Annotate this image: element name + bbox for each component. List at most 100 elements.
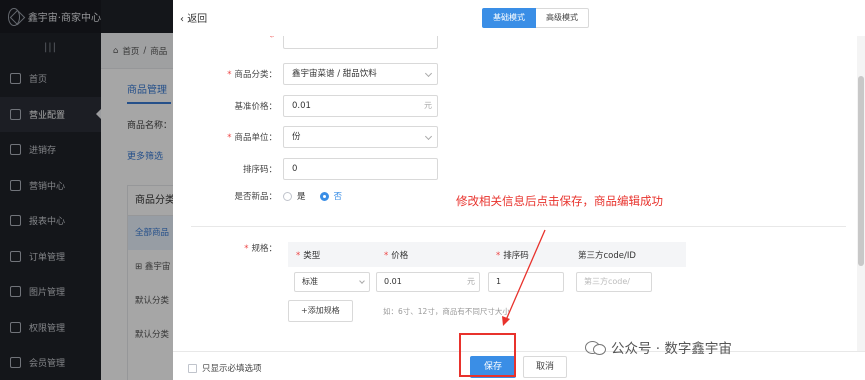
sidebar-item-label: 首页 <box>29 75 48 86</box>
sidebar-item-label: 订单管理 <box>29 252 66 263</box>
spec-col-sort: 排序码 <box>503 250 529 261</box>
home-icon: ⌂ <box>113 45 119 56</box>
category-select[interactable]: 鑫宇宙菜谱 / 甜品饮料 <box>283 63 438 85</box>
sidebar-item-label: 进销存 <box>29 146 57 157</box>
sidebar-item-business-config[interactable]: 营业配置 <box>0 96 101 132</box>
sidebar: 鑫宇宙·商家中心 ||| 首页 营业配置 进销存 营销中心 报表中心 订单管理 … <box>0 0 101 380</box>
sidebar-item-label: 图片管理 <box>29 288 66 299</box>
radio-no[interactable]: 否 <box>319 190 342 202</box>
currency-suffix: 元 <box>467 277 475 286</box>
inventory-icon <box>10 144 21 156</box>
permission-icon <box>10 321 21 333</box>
form-row-price: 基准价格： 0.01 元 <box>173 95 438 117</box>
sort-input[interactable]: 0 <box>283 158 438 180</box>
currency-suffix: 元 <box>424 101 432 110</box>
form-row-is-new: 是否新品： 是 否 <box>173 190 342 202</box>
breadcrumb-separator: / <box>143 45 147 56</box>
top-header <box>101 0 181 33</box>
sidebar-item-members[interactable]: 会员管理 <box>0 345 101 380</box>
image-icon <box>10 286 21 298</box>
sidebar-item-permissions[interactable]: 权限管理 <box>0 310 101 346</box>
required-only-checkbox[interactable]: 只显示必填选项 <box>188 362 262 374</box>
spec-type-select[interactable]: 标准 <box>294 272 370 292</box>
sidebar-collapse-toggle[interactable]: ||| <box>0 33 101 61</box>
spec-col-type: 类型 <box>303 250 321 261</box>
chevron-down-icon <box>424 69 433 78</box>
brand-name: 鑫宇宙·商家中心 <box>27 13 101 24</box>
category-label: 商品分类： <box>234 70 277 80</box>
chevron-down-icon <box>424 132 433 141</box>
sidebar-item-inventory[interactable]: 进销存 <box>0 132 101 168</box>
add-spec-button[interactable]: +添加规格 <box>288 300 353 322</box>
unit-label: 商品单位： <box>234 133 277 143</box>
base-price-input[interactable]: 0.01 元 <box>283 95 438 117</box>
annotation-text: 修改相关信息后点击保存，商品编辑成功 <box>456 194 663 208</box>
base-price-label: 基准价格： <box>234 102 277 112</box>
is-new-label: 是否新品： <box>234 192 277 202</box>
member-icon <box>10 357 21 369</box>
watermark: 公众号 · 数字鑫宇宙 <box>585 337 732 357</box>
sidebar-item-images[interactable]: 图片管理 <box>0 274 101 310</box>
sidebar-item-label: 营销中心 <box>29 181 66 192</box>
marketing-icon <box>10 179 21 191</box>
form-row-clipped: * <box>173 36 438 49</box>
sidebar-item-marketing[interactable]: 营销中心 <box>0 168 101 204</box>
mode-switch: 基础模式 高级模式 <box>482 8 589 28</box>
home-icon <box>10 73 21 85</box>
breadcrumb: ⌂ 首页 / 商品 <box>101 33 181 69</box>
clipped-input[interactable] <box>283 36 438 49</box>
save-highlight-box <box>459 333 516 377</box>
divider <box>191 226 846 227</box>
page-title: 商品管理 <box>127 85 167 96</box>
basic-mode-button[interactable]: 基础模式 <box>482 8 536 28</box>
spec-label: 规格： <box>251 244 277 254</box>
edit-product-drawer: ‹ 返回 基础模式 高级模式 * * 商品分类： 鑫宇宙菜谱 / 甜品饮料 基准价… <box>173 0 865 380</box>
checkbox-box <box>188 363 197 373</box>
scrollbar-thumb[interactable] <box>858 76 864 266</box>
chevron-left-icon: ‹ <box>180 14 184 25</box>
sidebar-item-label: 报表中心 <box>29 217 66 228</box>
sidebar-item-home[interactable]: 首页 <box>0 61 101 97</box>
spec-hint: 如：6寸、12寸，商品有不同尺寸大小 <box>383 307 510 316</box>
form-area: * * 商品分类： 鑫宇宙菜谱 / 甜品饮料 基准价格： 0.01 元 * 商品单位：… <box>173 36 865 351</box>
breadcrumb-current: 商品 <box>150 46 168 57</box>
form-row-category: * 商品分类： 鑫宇宙菜谱 / 甜品饮料 <box>173 63 438 85</box>
sidebar-item-reports[interactable]: 报表中心 <box>0 203 101 239</box>
back-button[interactable]: ‹ 返回 <box>180 10 207 25</box>
spec-code-input[interactable]: 第三方code/ <box>576 272 652 292</box>
drawer-footer: 只显示必填选项 保存 取消 <box>173 351 865 380</box>
sidebar-item-orders[interactable]: 订单管理 <box>0 239 101 275</box>
breadcrumb-home[interactable]: 首页 <box>122 45 139 57</box>
spec-col-code: 第三方code/ID <box>578 250 636 261</box>
radio-yes[interactable]: 是 <box>283 190 306 202</box>
drawer-header: ‹ 返回 基础模式 高级模式 <box>173 0 865 36</box>
brand-bar: 鑫宇宙·商家中心 <box>0 0 101 33</box>
form-row-sort: 排序码： 0 <box>173 158 438 180</box>
sort-label: 排序码： <box>242 165 277 175</box>
logo-icon <box>8 7 20 26</box>
cancel-button[interactable]: 取消 <box>523 356 567 378</box>
store-icon <box>10 108 21 120</box>
spec-row: 标准 0.01 元 1 第三方code/ <box>288 267 686 297</box>
chevron-down-icon <box>359 278 365 284</box>
spec-price-input[interactable]: 0.01 元 <box>376 272 480 292</box>
spec-table: * 类型 * 价格 * 排序码 第三方code/ID 标准 0.01 元 1 第三方co… <box>288 242 686 297</box>
is-new-radio-group: 是 否 <box>283 190 342 202</box>
spec-sort-input[interactable]: 1 <box>488 272 564 292</box>
wechat-icon <box>585 339 606 355</box>
spec-table-header: * 类型 * 价格 * 排序码 第三方code/ID <box>288 242 686 267</box>
sidebar-item-label: 会员管理 <box>29 359 66 370</box>
unit-select[interactable]: 份 <box>283 126 438 148</box>
background-page: ⌂ 首页 / 商品 商品管理 商品名称： 更多筛选 商品分类 全部商品 ⊞ 鑫宇… <box>101 0 181 380</box>
report-icon <box>10 215 21 227</box>
form-row-unit: * 商品单位： 份 <box>173 126 438 148</box>
scrollbar-track[interactable] <box>857 36 865 351</box>
product-name-label: 商品名称： <box>127 120 173 131</box>
advanced-mode-button[interactable]: 高级模式 <box>536 8 589 28</box>
sidebar-item-label: 权限管理 <box>29 323 66 334</box>
order-icon <box>10 250 21 262</box>
more-filter-link[interactable]: 更多筛选 <box>101 131 181 162</box>
sidebar-item-label: 营业配置 <box>29 110 66 121</box>
spec-col-price: 价格 <box>391 250 409 261</box>
form-row-spec: * 规格： <box>244 244 277 254</box>
